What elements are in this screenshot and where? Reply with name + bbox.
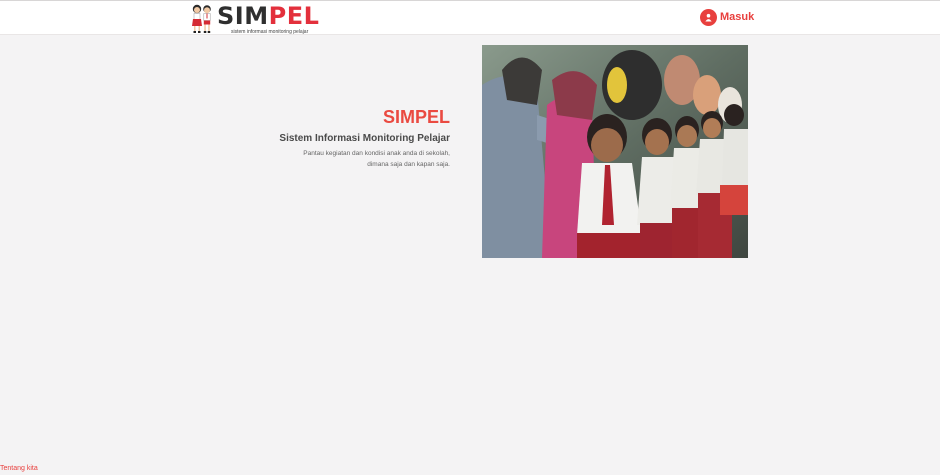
navbar: SIMPEL sistem informasi monitoring pelaj… bbox=[0, 0, 940, 35]
about-link[interactable]: Tentang kita bbox=[0, 465, 38, 472]
login-label: Masuk bbox=[720, 11, 755, 23]
hero-subtitle: Sistem Informasi Monitoring Pelajar bbox=[279, 133, 450, 144]
students-logo-icon bbox=[192, 4, 211, 33]
logo-pel: PEL bbox=[268, 2, 320, 30]
hero-desc-line2: dimana saja dan kapan saja. bbox=[367, 161, 450, 168]
user-icon bbox=[700, 8, 717, 26]
hero-title: SIMPEL bbox=[382, 107, 450, 127]
top-border bbox=[0, 0, 940, 1]
hero-text: SIMPEL Sistem Informasi Monitoring Pelaj… bbox=[279, 106, 450, 170]
hero-description: Pantau kegiatan dan kondisi anak anda di… bbox=[279, 148, 450, 170]
hero-photo bbox=[482, 45, 748, 258]
login-button[interactable]: Masuk bbox=[700, 8, 754, 26]
logo-wordmark: SIMPEL bbox=[217, 1, 319, 31]
logo-sim: SIM bbox=[217, 2, 269, 30]
hero-desc-line1: Pantau kegiatan dan kondisi anak anda di… bbox=[303, 150, 450, 157]
logo-tagline: sistem informasi monitoring pelajar bbox=[231, 29, 309, 35]
students-photo-illustration bbox=[482, 45, 748, 258]
